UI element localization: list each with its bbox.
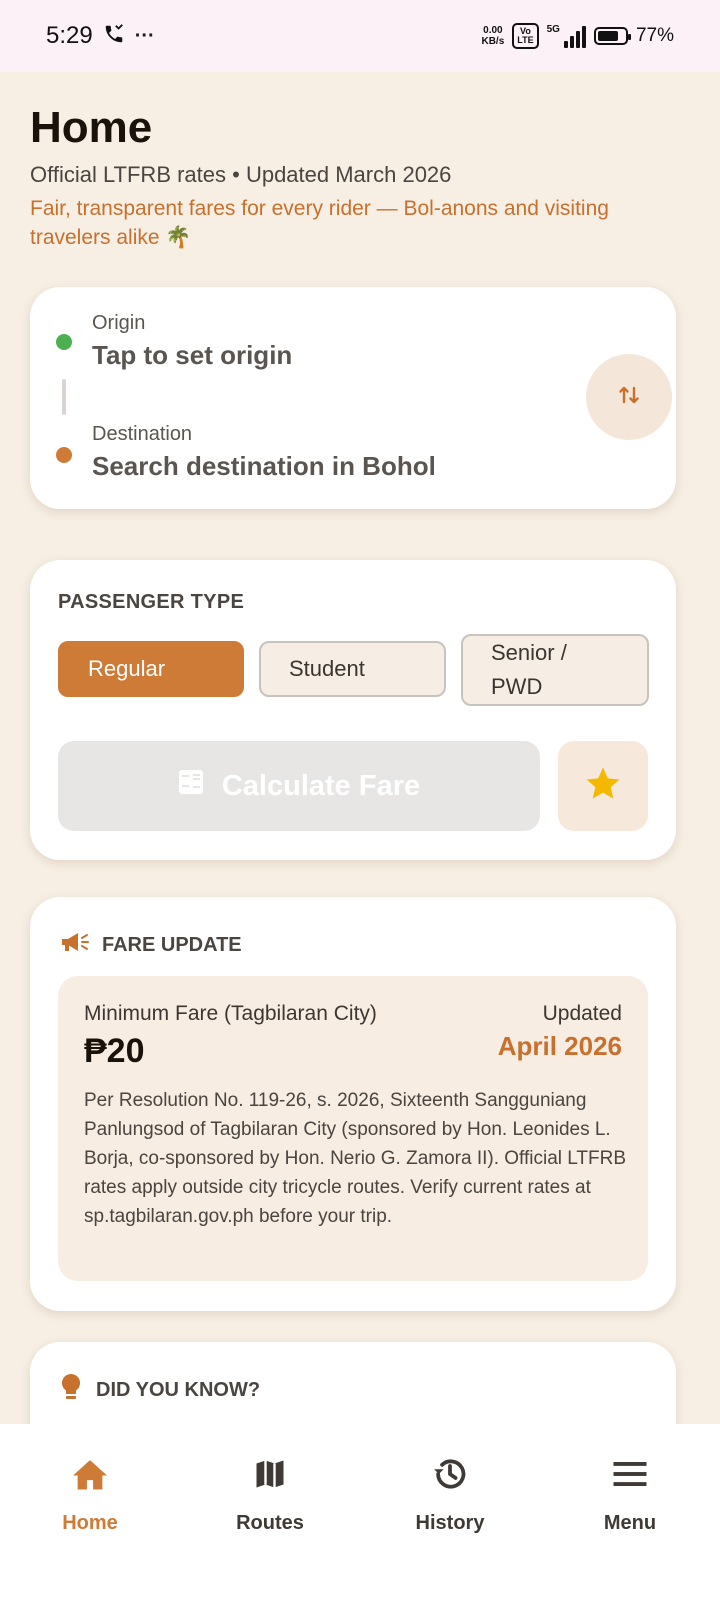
page-title: Home: [30, 103, 153, 152]
calculate-fare-button[interactable]: Calculate Fare: [58, 741, 540, 831]
fare-update-heading: FARE UPDATE: [60, 930, 242, 960]
megaphone-icon: [60, 930, 90, 960]
more-notifications-icon: ···: [134, 24, 155, 47]
status-time: 5:29: [46, 22, 93, 49]
passenger-type-heading: PASSENGER TYPE: [58, 591, 245, 613]
nav-home-label: Home: [62, 1512, 118, 1534]
fare-update-card: FARE UPDATE Minimum Fare (Tagbilaran Cit…: [30, 897, 676, 1311]
battery-percent: 77%: [635, 25, 674, 46]
did-you-know-title: DID YOU KNOW?: [96, 1378, 261, 1401]
bottom-navigation: Home Routes History Menu: [0, 1424, 720, 1600]
network-speed: 0.00 KB/s: [481, 25, 505, 47]
wifi-calling-icon: [103, 23, 125, 50]
network-type: 5G: [546, 24, 560, 35]
destination-dot-icon: [56, 447, 72, 463]
volte-badge: Vo LTE: [512, 23, 539, 49]
nav-history-label: History: [415, 1512, 485, 1534]
route-connector: [62, 379, 66, 415]
history-icon: [430, 1454, 470, 1494]
fare-update-title: FARE UPDATE: [102, 933, 242, 956]
nav-routes[interactable]: Routes: [180, 1424, 360, 1600]
destination-label: Destination: [92, 423, 193, 445]
minimum-fare-label: Minimum Fare (Tagbilaran City): [84, 1002, 377, 1025]
nav-menu[interactable]: Menu: [540, 1424, 720, 1600]
calculate-fare-label: Calculate Fare: [221, 769, 421, 802]
passenger-regular-button[interactable]: Regular: [58, 641, 244, 697]
page-tagline: Fair, transparent fares for every rider …: [30, 197, 609, 249]
passenger-senior-pwd-button[interactable]: Senior / PWD: [461, 634, 649, 706]
signal-icon: 5G: [547, 24, 586, 48]
swap-locations-button[interactable]: [586, 354, 672, 440]
menu-icon: [610, 1454, 650, 1494]
minimum-fare-value: ₱20: [84, 1032, 145, 1070]
did-you-know-heading: DID YOU KNOW?: [60, 1373, 260, 1407]
nav-routes-label: Routes: [236, 1512, 304, 1534]
passenger-type-card: PASSENGER TYPE Regular Student Senior / …: [30, 560, 676, 860]
swap-vertical-icon: [617, 382, 641, 413]
home-icon: [70, 1454, 110, 1494]
map-icon: [250, 1454, 290, 1494]
calculator-icon: [178, 769, 204, 803]
nav-home[interactable]: Home: [0, 1424, 180, 1600]
route-card: Origin Tap to set origin Destination Sea…: [30, 287, 676, 509]
origin-dot-icon: [56, 334, 72, 350]
fare-update-note: Per Resolution No. 119-26, s. 2026, Sixt…: [84, 1090, 627, 1227]
star-icon: [584, 766, 622, 807]
nav-history[interactable]: History: [360, 1424, 540, 1600]
updated-label: Updated: [542, 1002, 622, 1025]
origin-value[interactable]: Tap to set origin: [92, 340, 292, 371]
page-header: Home Official LTFRB rates • Updated Marc…: [30, 100, 690, 252]
destination-value[interactable]: Search destination in Bohol: [92, 451, 436, 482]
nav-menu-label: Menu: [603, 1512, 657, 1534]
lightbulb-icon: [60, 1373, 82, 1407]
passenger-student-button[interactable]: Student: [259, 641, 446, 697]
origin-label: Origin: [92, 312, 146, 334]
updated-date: April 2026: [497, 1031, 622, 1061]
battery-icon: [593, 27, 631, 45]
fare-update-panel: Minimum Fare (Tagbilaran City) ₱20 Updat…: [58, 976, 648, 1281]
favorite-button[interactable]: [558, 741, 648, 831]
page-subtitle: Official LTFRB rates • Updated March 202…: [30, 162, 452, 187]
status-bar: 5:29 ··· 0.00 KB/s Vo LTE 5G 77%: [0, 0, 720, 72]
